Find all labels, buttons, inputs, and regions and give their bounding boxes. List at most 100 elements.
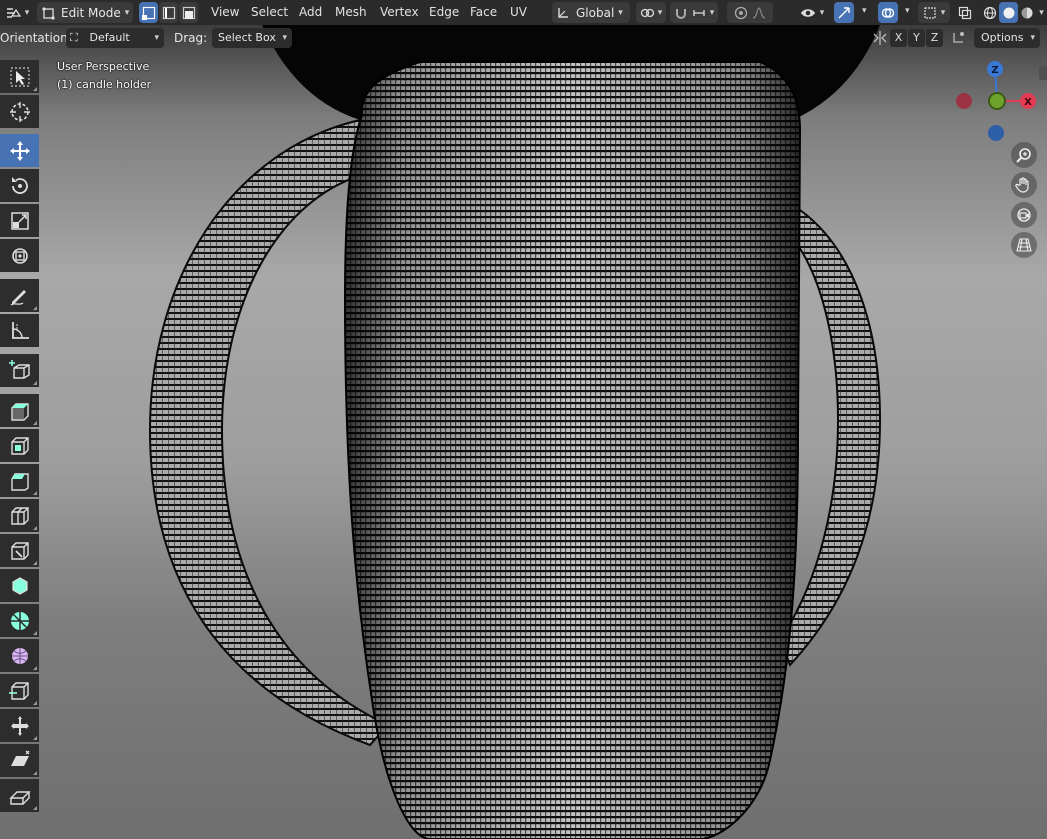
mesh-wireframe (148, 25, 882, 839)
chevron-down-icon[interactable]: ▾ (862, 6, 867, 16)
move-icon (9, 140, 30, 161)
magnet-icon (675, 8, 686, 19)
orientation-dropdown[interactable]: ⛶ Default ▾ (66, 28, 164, 48)
zoom-button[interactable] (1011, 142, 1037, 168)
menu-vertex[interactable]: Vertex (380, 4, 419, 21)
chevron-down-icon[interactable]: ▾ (905, 6, 910, 16)
tool-poly-build[interactable] (0, 569, 39, 602)
pan-button[interactable] (1011, 172, 1037, 198)
mesh-overlays-dropdown[interactable]: ▾ (918, 2, 950, 23)
menu-mesh[interactable]: Mesh (335, 4, 367, 21)
tool-annotate[interactable] (0, 279, 39, 312)
tool-rotate[interactable] (0, 169, 39, 202)
overlays-icon (881, 7, 895, 18)
mirror-x-toggle[interactable]: X (890, 29, 907, 47)
chevron-down-icon: ▾ (709, 7, 715, 18)
submenu-corner (33, 666, 37, 670)
tool-knife[interactable] (0, 534, 39, 567)
orientation-icon (558, 7, 568, 18)
perspective-toggle-button[interactable] (1011, 232, 1037, 258)
face-select-button[interactable] (179, 2, 198, 23)
tool-shear[interactable] (0, 744, 39, 777)
options-dropdown[interactable]: Options ▾ (974, 28, 1040, 48)
tool-move[interactable] (0, 134, 39, 167)
tool-inset[interactable] (0, 429, 39, 462)
chevron-down-icon: ▾ (154, 33, 159, 43)
mode-label: Edit Mode (61, 5, 121, 20)
solid-shading-button[interactable] (999, 2, 1018, 23)
tool-smooth[interactable] (0, 639, 39, 672)
drag-dropdown[interactable]: Select Box ▾ (212, 28, 292, 48)
menu-add[interactable]: Add (299, 4, 322, 21)
tool-extrude[interactable] (0, 394, 39, 427)
wireframe-shading-button[interactable] (981, 2, 999, 23)
knife-icon (10, 541, 29, 560)
chevron-down-icon: ▾ (618, 7, 623, 18)
mode-dropdown[interactable]: Edit Mode ▾ (37, 2, 133, 23)
tool-loop-cut[interactable] (0, 499, 39, 532)
tool-cursor[interactable] (0, 95, 39, 128)
sidebar-toggle-tab[interactable] (1039, 66, 1047, 80)
submenu-corner (33, 701, 37, 705)
tool-scale[interactable] (0, 204, 39, 237)
hand-icon (1015, 177, 1029, 193)
overlays-toggle-button[interactable] (878, 2, 898, 23)
mirror-y-toggle[interactable]: Y (908, 29, 925, 47)
gizmo-toggle-button[interactable] (834, 2, 854, 23)
tool-add-cube[interactable] (0, 354, 39, 387)
eye-icon (800, 8, 815, 17)
chevron-down-icon: ▾ (282, 33, 287, 43)
view-name: User Perspective (57, 60, 150, 73)
material-shading-button[interactable] (1018, 2, 1036, 23)
tool-spin[interactable] (0, 604, 39, 637)
camera-view-button[interactable] (1011, 202, 1037, 228)
tool-select-box[interactable] (0, 60, 39, 93)
snap-increment-icon (693, 9, 705, 16)
drag-value: Select Box (218, 31, 276, 44)
measure-icon (11, 321, 29, 339)
xray-toggle-button[interactable] (955, 2, 975, 23)
shear-icon (10, 750, 29, 766)
tool-transform[interactable] (0, 239, 39, 272)
tool-rip[interactable] (0, 779, 39, 812)
edge-select-button[interactable] (159, 2, 178, 23)
menu-uv[interactable]: UV (510, 4, 527, 21)
menu-face[interactable]: Face (470, 4, 497, 21)
vertex-select-button[interactable] (139, 2, 158, 23)
snapping-button[interactable]: ▾ (670, 2, 718, 23)
submenu-corner (33, 491, 37, 495)
3d-viewport[interactable]: ▾ Edit Mode ▾ View Select Add Mesh Verte… (0, 0, 1047, 839)
navigation-gizmo[interactable]: Z X (945, 55, 1045, 145)
editor-type-button[interactable]: ▾ (2, 2, 32, 23)
x-axis-label: X (1024, 97, 1032, 108)
submenu-corner (33, 561, 37, 565)
tool-bevel[interactable] (0, 464, 39, 497)
pivot-point-dropdown[interactable]: ▾ (636, 2, 666, 23)
neg-z-axis-ball[interactable] (988, 125, 1004, 141)
y-axis-ball[interactable] (988, 92, 1006, 110)
z-axis-label: Z (991, 65, 998, 76)
add-cube-icon (8, 359, 30, 379)
zoom-icon (1016, 148, 1031, 163)
neg-x-axis-ball[interactable] (956, 93, 972, 109)
menu-view[interactable]: View (211, 4, 239, 21)
proportional-editing-button[interactable] (727, 2, 773, 23)
shading-options-dropdown[interactable]: ▾ (1036, 2, 1047, 23)
menu-edge[interactable]: Edge (429, 4, 459, 21)
scale-icon (10, 211, 29, 230)
loop-cut-icon (10, 506, 29, 525)
orientation-label: Orientation: (0, 31, 72, 45)
submenu-corner (33, 631, 37, 635)
submenu-corner (33, 87, 37, 91)
menu-select[interactable]: Select (251, 4, 288, 21)
tool-edge-slide[interactable] (0, 674, 39, 707)
rip-icon (8, 790, 31, 805)
mirror-z-toggle[interactable]: Z (926, 29, 943, 47)
visibility-dropdown[interactable]: ▾ (796, 2, 828, 23)
extrude-icon (10, 402, 29, 421)
transform-orientation-dropdown[interactable]: Global ▾ (552, 2, 630, 23)
submenu-corner (33, 421, 37, 425)
tool-shrink-fatten[interactable] (0, 709, 39, 742)
tool-measure[interactable] (0, 314, 39, 347)
snap-to-icon (950, 29, 968, 50)
